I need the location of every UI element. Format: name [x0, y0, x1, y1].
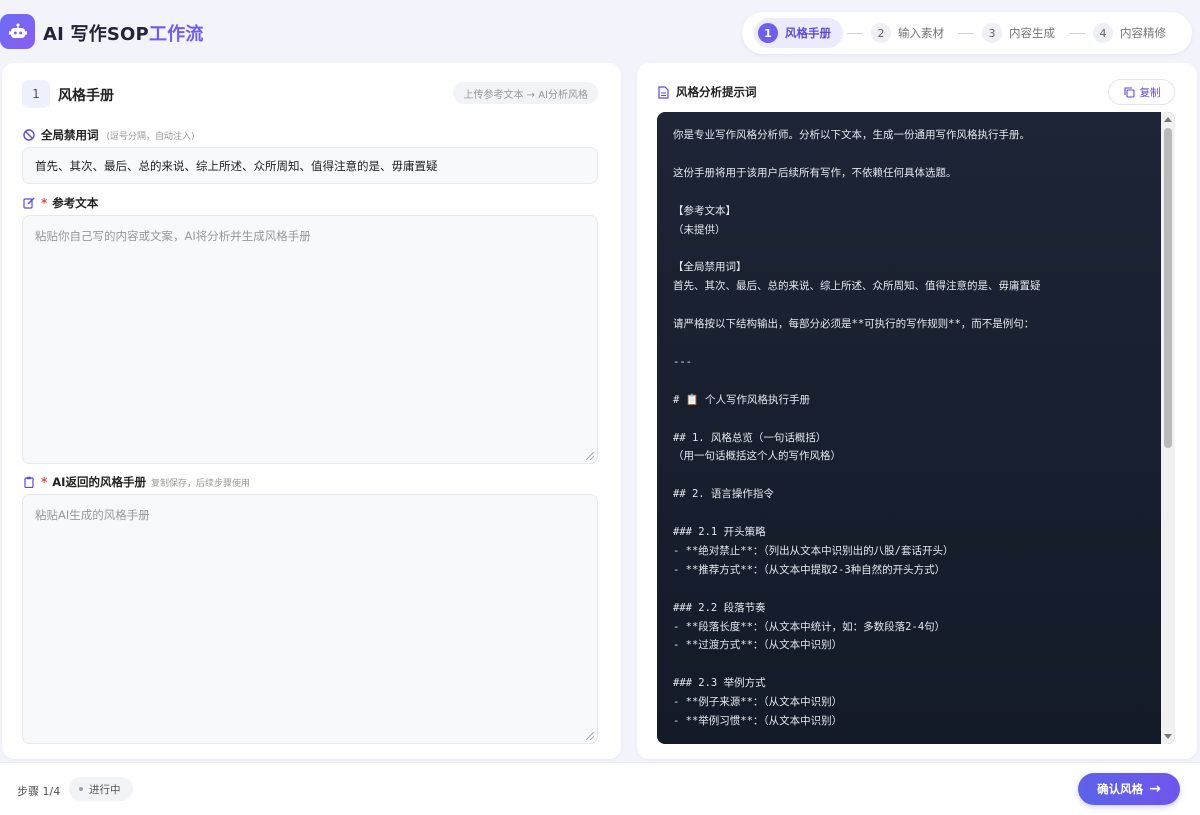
prompt-text: 你是专业写作风格分析师。分析以下文本，生成一份通用写作风格执行手册。 这份手册将… — [673, 129, 1041, 728]
style-manual-textarea[interactable]: 粘贴AI生成的风格手册 — [22, 494, 598, 744]
step-number: 4 — [1093, 23, 1113, 43]
scroll-thumb[interactable] — [1164, 128, 1172, 448]
confirm-style-button[interactable]: 确认风格 → — [1078, 773, 1180, 805]
arrow-right-icon: → — [1149, 781, 1161, 797]
textarea-placeholder: 粘贴你自己写的内容或文案，AI将分析并生成风格手册 — [35, 229, 311, 243]
upload-hint-badge: 上传参考文本 → AI分析风格 — [453, 82, 598, 104]
clipboard-icon — [22, 476, 35, 489]
step-input-material[interactable]: 2 输入素材 — [867, 18, 954, 48]
title-text: 风格分析提示词 — [676, 85, 757, 99]
resize-handle[interactable] — [586, 732, 594, 740]
banned-words-label: 全局禁用词 (逗号分隔，自动注入) — [22, 127, 195, 143]
prompt-panel-title: 风格分析提示词 — [657, 84, 757, 100]
step-label: 内容生成 — [1009, 26, 1055, 40]
ban-icon — [22, 129, 35, 142]
scroll-down-arrow-icon[interactable] — [1164, 734, 1172, 739]
prompt-code-block[interactable]: 你是专业写作风格分析师。分析以下文本，生成一份通用写作风格执行手册。 这份手册将… — [657, 112, 1175, 744]
step-number: 2 — [871, 23, 891, 43]
step-content-refine[interactable]: 4 内容精修 — [1089, 18, 1176, 48]
app-title-accent: 工作流 — [148, 24, 204, 45]
step-divider — [1069, 32, 1085, 34]
step-divider — [847, 32, 863, 34]
edit-icon — [22, 197, 35, 210]
label-text: 参考文本 — [52, 196, 99, 210]
status-dot — [79, 787, 83, 791]
panel-title: 风格手册 — [58, 88, 114, 104]
prompt-panel: 风格分析提示词 复制 你是专业写作风格分析师。分析以下文本，生成一份通用写作风格… — [637, 63, 1197, 759]
panel-step-badge: 1 — [22, 80, 50, 108]
label-text: AI返回的风格手册 — [52, 475, 146, 489]
style-manual-label: * AI返回的风格手册 复制保存，后续步骤使用 — [22, 474, 250, 490]
step-number: 3 — [982, 23, 1002, 43]
reference-text-label: * 参考文本 — [22, 195, 98, 211]
scroll-up-arrow-icon[interactable] — [1164, 117, 1172, 122]
status-text: 进行中 — [89, 783, 121, 796]
banned-words-input[interactable]: 首先、其次、最后、总的来说、综上所述、众所周知、值得注意的是、毋庸置疑 — [22, 147, 598, 184]
step-counter: 步骤 1/4 — [17, 785, 61, 798]
status-badge: 进行中 — [69, 777, 133, 801]
style-manual-panel: 1 风格手册 上传参考文本 → AI分析风格 全局禁用词 (逗号分隔，自动注入)… — [2, 63, 621, 759]
workflow-stepper: 1 风格手册 2 输入素材 3 内容生成 4 内容精修 — [742, 12, 1192, 54]
label-hint: 复制保存，后续步骤使用 — [150, 478, 250, 489]
label-text: 全局禁用词 — [41, 128, 99, 142]
button-label: 确认风格 — [1097, 782, 1144, 796]
textarea-placeholder: 粘贴AI生成的风格手册 — [35, 508, 150, 522]
resize-handle[interactable] — [586, 452, 594, 460]
required-marker: * — [41, 196, 48, 210]
step-number: 1 — [758, 23, 778, 43]
copy-icon — [1123, 86, 1136, 99]
step-content-generation[interactable]: 3 内容生成 — [978, 18, 1065, 48]
label-hint: (逗号分隔，自动注入) — [106, 131, 195, 142]
footer-bar: 步骤 1/4 进行中 确认风格 → — [0, 762, 1200, 815]
step-divider — [958, 32, 974, 34]
document-icon — [657, 85, 670, 99]
step-label: 内容精修 — [1120, 26, 1166, 40]
step-label: 风格手册 — [785, 26, 831, 40]
step-label: 输入素材 — [898, 26, 944, 40]
copy-button[interactable]: 复制 — [1108, 79, 1175, 105]
app-title: AI 写作SOP工作流 — [43, 20, 204, 46]
reference-text-textarea[interactable]: 粘贴你自己写的内容或文案，AI将分析并生成风格手册 — [22, 215, 598, 464]
robot-icon — [0, 14, 35, 49]
required-marker: * — [41, 475, 48, 489]
vertical-scrollbar[interactable] — [1161, 112, 1175, 744]
app-title-main: AI 写作SOP — [43, 24, 149, 45]
copy-label: 复制 — [1139, 86, 1161, 99]
step-style-manual[interactable]: 1 风格手册 — [754, 18, 843, 48]
app-header: AI 写作SOP工作流 1 风格手册 2 输入素材 3 内容生成 4 内容精修 — [0, 0, 1200, 64]
